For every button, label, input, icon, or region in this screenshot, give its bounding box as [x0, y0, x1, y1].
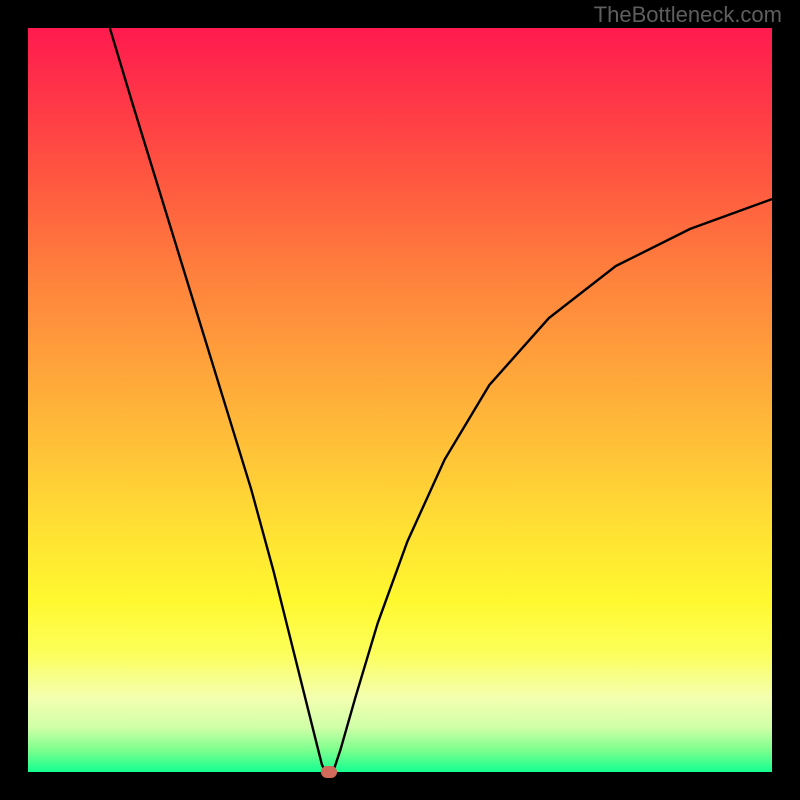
chart-container: TheBottleneck.com [0, 0, 800, 800]
optimum-marker [321, 766, 337, 778]
watermark-text: TheBottleneck.com [594, 2, 782, 28]
curve-right-arm [333, 199, 772, 772]
curve-left-arm [110, 28, 326, 772]
curve-svg [28, 28, 772, 772]
plot-area [28, 28, 772, 772]
